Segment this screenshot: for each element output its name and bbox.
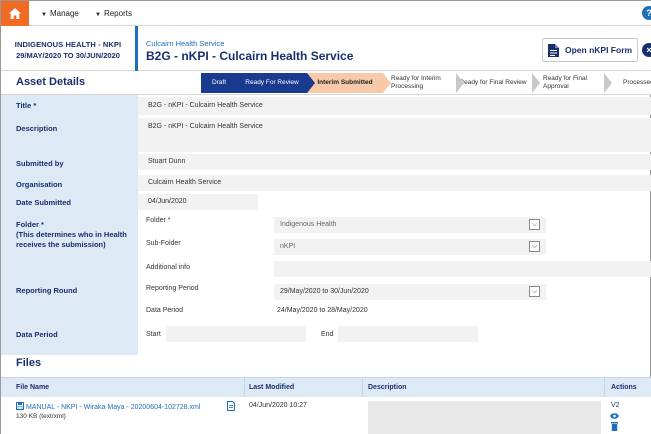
col-last-modified[interactable]: Last Modified [249,384,294,391]
folder-note: (This determines who in Health receives … [16,230,127,249]
step-label: Interim Submitted [317,79,373,86]
context-program: Indigenous Health - nKPI [14,40,122,49]
table-row: MANUAL - NKPI - Wiraka Maya - 20200604-1… [1,397,651,434]
chevron-down-icon[interactable]: ⌵ [529,241,540,252]
date-submitted-field: 04/Jun/2020 [138,194,258,210]
file-name: MANUAL - NKPI - Wiraka Maya - 20200604-1… [25,404,201,411]
file-link[interactable]: MANUAL - NKPI - Wiraka Maya - 20200604-1… [16,402,200,411]
eye-icon[interactable] [610,413,619,419]
reporting-period-value: 29/May/2020 to 30/Jun/2020 [280,288,369,295]
open-nkpi-form-label: Open nKPI Form [565,45,633,55]
folder-value: Indigenous Health [280,221,337,228]
reporting-period-label: Reporting Period [146,285,199,292]
step-ready-for-interim-processing: Ready for Interim Processing [383,73,464,93]
title-field[interactable]: B2G - nKPI - Culcairn Health Service [138,97,651,115]
organisation-label: Organisation [16,180,63,189]
submitted-by-value: Stuart Dunn [148,158,186,165]
file-size: 130 KB (text/xml) [16,413,66,420]
step-label: Ready for Interim Processing [391,75,441,90]
subfolder-select[interactable]: nKPI ⌵ [274,239,546,255]
help-icon[interactable]: ? [642,6,651,20]
date-submitted-label: Date Submitted [16,198,72,207]
files-heading: Files [16,357,42,369]
data-period-sub-value: 24/May/2020 to 28/May/2020 [277,307,368,314]
home-icon [9,8,21,19]
title-label: Title * [16,101,37,110]
context-panel: Indigenous Health - nKPI 29/May/2020 to … [1,26,138,71]
step-ready-for-final-approval: Ready for Final Approval [531,73,612,93]
additional-info-label: Additional info [146,264,190,271]
start-label: Start [146,331,161,338]
step-label: Ready for Final Review [459,79,527,86]
reports-menu-label: Reports [103,9,132,18]
end-label: End [321,331,334,338]
submitted-by-field: Stuart Dunn [138,154,651,170]
title-value: B2G - nKPI - Culcairn Health Service [148,102,263,109]
form-icon [548,43,559,57]
close-icon[interactable]: × [642,43,651,57]
context-period: 29/May/2020 to 30/Jun/2020 [16,51,120,60]
reporting-round-label: Reporting Round [16,286,78,295]
file-version: V2 [611,402,620,409]
asset-details-heading: Asset Details [16,76,86,88]
data-period-label: Data Period [16,330,58,339]
reporting-period-select[interactable]: 29/May/2020 to 30/Jun/2020 ⌵ [274,284,546,300]
chevron-down-icon[interactable]: ⌵ [529,286,540,297]
step-draft: Draft [201,73,245,93]
organisation-field: Culcairn Health Service [138,175,651,191]
top-nav: ▼Manage ▼Reports ? [1,1,651,26]
col-actions: Actions [611,384,637,391]
open-nkpi-form-button[interactable]: Open nKPI Form [542,38,638,62]
file-last-modified: 04/Jun/2020 10:27 [249,402,307,409]
subfolder-label: Sub-Folder [146,240,181,247]
step-ready-for-review: Ready For Review [237,73,315,93]
save-icon [16,402,24,410]
end-date-field[interactable] [338,326,478,342]
col-description[interactable]: Description [368,384,407,391]
description-value: B2G - nKPI - Culcairn Health Service [148,123,263,130]
files-table-header: File Name Last Modified Description Acti… [1,377,651,434]
reports-menu[interactable]: ▼ Reports [95,1,132,26]
folder-label: Folder * (This determines who in Health … [16,220,127,249]
page-subtitle: Culcairn Health Service [146,39,225,48]
asset-details-bar: Asset Details Draft Ready For Review Int… [1,71,651,95]
submitted-by-label: Submitted by [16,159,64,168]
chevron-down-icon[interactable]: ⌵ [529,219,540,230]
folder-sub-label: Folder * [146,217,171,224]
step-label: Ready for Final Approval [543,75,588,90]
home-button[interactable] [1,1,29,26]
manage-menu-label: Manage [49,9,79,18]
caret-down-icon: ▼ [95,12,101,18]
date-submitted-value: 04/Jun/2020 [148,198,187,205]
data-period-sub-label: Data Period [146,307,183,314]
step-label: Processed [623,79,651,86]
start-date-field[interactable] [166,326,306,342]
manage-menu[interactable]: ▼ Manage [41,1,79,26]
document-icon[interactable] [227,401,235,411]
page-title: B2G - nKPI - Culcairn Health Service [146,49,354,63]
file-description-field[interactable] [368,401,601,434]
organisation-value: Culcairn Health Service [148,179,222,186]
step-label: Draft [211,79,227,86]
col-file-name[interactable]: File Name [16,384,49,391]
step-interim-submitted: Interim Submitted [307,73,391,93]
subfolder-value: nKPI [280,243,296,250]
caret-down-icon: ▼ [41,12,47,18]
folder-select[interactable]: Indigenous Health ⌵ [274,217,546,233]
trash-icon[interactable] [611,422,618,431]
workflow-stepper: Draft Ready For Review Interim Submitted… [201,73,651,93]
additional-info-field[interactable] [274,261,651,277]
description-field[interactable]: B2G - nKPI - Culcairn Health Service [138,118,651,152]
description-label: Description [16,124,58,133]
step-ready-for-final-review: Ready for Final Review [455,73,540,93]
page-header: Indigenous Health - nKPI 29/May/2020 to … [1,26,651,71]
step-label: Ready For Review [245,79,299,86]
